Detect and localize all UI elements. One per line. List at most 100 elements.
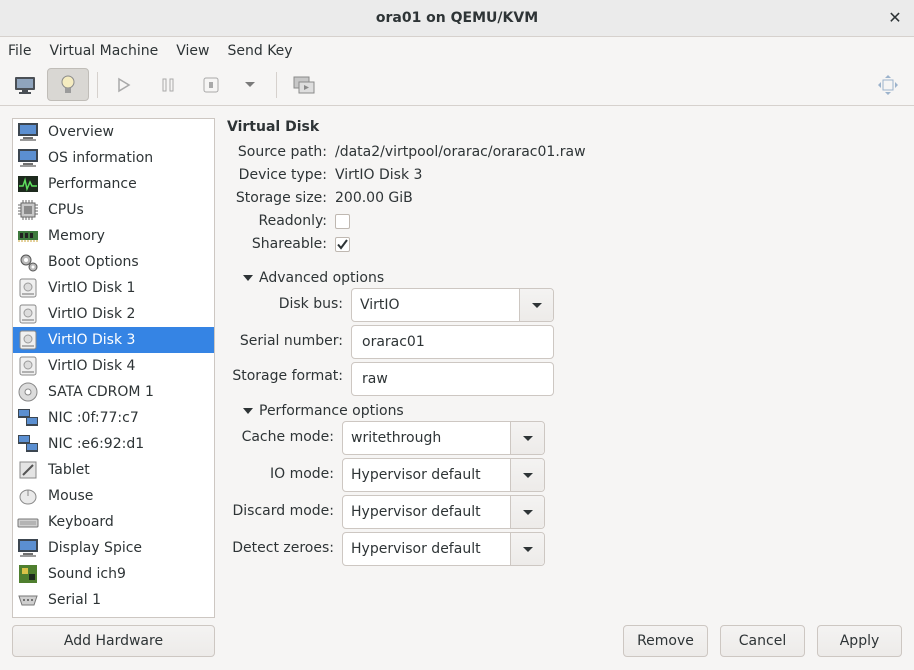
toolbar (0, 64, 914, 106)
storage-size-value: 200.00 GiB (335, 190, 413, 206)
chevron-down-icon[interactable] (510, 422, 544, 454)
menu-view[interactable]: View (176, 43, 209, 59)
sidebar-item-keyboard[interactable]: Keyboard (13, 509, 214, 535)
fullscreen-icon[interactable] (868, 68, 908, 101)
sound-icon (17, 564, 39, 584)
serial-number-input[interactable] (360, 333, 553, 351)
section-title: Virtual Disk (227, 119, 320, 135)
tablet-icon (17, 460, 39, 480)
console-icon[interactable] (5, 68, 45, 101)
menu-virtual-machine[interactable]: Virtual Machine (49, 43, 158, 59)
advanced-options-label: Advanced options (259, 270, 385, 286)
advanced-options-expander[interactable]: Advanced options (241, 270, 384, 286)
sidebar-item-overview[interactable]: Overview (13, 119, 214, 145)
menu-file[interactable]: File (8, 43, 31, 59)
sidebar-item-virtio-disk-1[interactable]: VirtIO Disk 1 (13, 275, 214, 301)
serial-icon (17, 590, 39, 610)
network-icon (17, 408, 39, 428)
expander-arrow-icon (243, 408, 253, 414)
monitor-icon (17, 122, 39, 142)
sidebar-item-label: NIC :0f:77:c7 (48, 410, 139, 426)
sidebar-item-label: NIC :e6:92:d1 (48, 436, 145, 452)
expander-arrow-icon (243, 275, 253, 281)
performance-options-expander[interactable]: Performance options (241, 403, 404, 419)
shareable-label: Shareable: (251, 236, 327, 252)
sidebar-item-label: VirtIO Disk 1 (48, 280, 136, 296)
sidebar-item-mouse[interactable]: Mouse (13, 483, 214, 509)
pause-icon[interactable] (148, 68, 188, 101)
shutdown-icon[interactable] (191, 68, 231, 101)
chevron-down-icon[interactable] (510, 496, 544, 528)
sidebar-item-sound-ich9[interactable]: Sound ich9 (13, 561, 214, 587)
memory-icon (17, 226, 39, 246)
discard-mode-combo[interactable]: Hypervisor default (342, 495, 545, 529)
toolbar-separator (276, 72, 277, 98)
disk-bus-label: Disk bus: (278, 296, 343, 312)
io-mode-combo[interactable]: Hypervisor default (342, 458, 545, 492)
disk-bus-combo[interactable]: VirtIO (351, 288, 554, 322)
sidebar-item-nic-0f-77-c7[interactable]: NIC :0f:77:c7 (13, 405, 214, 431)
add-hardware-button[interactable]: Add Hardware (12, 625, 215, 657)
disk-icon (17, 304, 39, 324)
sidebar-item-display-spice[interactable]: Display Spice (13, 535, 214, 561)
menu-send-key[interactable]: Send Key (227, 43, 292, 59)
sidebar-item-label: Keyboard (48, 514, 114, 530)
apply-button[interactable]: Apply (817, 625, 902, 657)
readonly-checkbox[interactable] (335, 214, 350, 229)
sidebar-item-label: Boot Options (48, 254, 139, 270)
sidebar-item-cpus[interactable]: CPUs (13, 197, 214, 223)
sidebar-item-tablet[interactable]: Tablet (13, 457, 214, 483)
disk-icon (17, 330, 39, 350)
cache-mode-combo[interactable]: writethrough (342, 421, 545, 455)
snapshots-icon[interactable] (284, 68, 324, 101)
chevron-down-icon[interactable] (230, 68, 270, 101)
io-mode-label: IO mode: (269, 466, 334, 482)
sidebar-item-virtio-disk-2[interactable]: VirtIO Disk 2 (13, 301, 214, 327)
shareable-checkbox[interactable] (335, 237, 350, 252)
sidebar-item-boot-options[interactable]: Boot Options (13, 249, 214, 275)
sidebar-item-sata-cdrom-1[interactable]: SATA CDROM 1 (13, 379, 214, 405)
sidebar-item-label: Performance (48, 176, 137, 192)
sidebar-item-virtio-disk-3[interactable]: VirtIO Disk 3 (13, 327, 214, 353)
disk-icon (17, 278, 39, 298)
cpu-icon (17, 200, 39, 220)
close-icon[interactable]: ✕ (886, 9, 904, 27)
detect-zeroes-combo[interactable]: Hypervisor default (342, 532, 545, 566)
storage-size-label: Storage size: (235, 190, 327, 206)
detect-zeroes-label: Detect zeroes: (232, 540, 334, 556)
sidebar-item-nic-e6-92-d1[interactable]: NIC :e6:92:d1 (13, 431, 214, 457)
chevron-down-icon[interactable] (519, 289, 553, 321)
source-path-label: Source path: (237, 144, 327, 160)
sidebar-item-label: VirtIO Disk 3 (48, 332, 136, 348)
sidebar-item-label: Memory (48, 228, 105, 244)
sidebar-item-serial-1[interactable]: Serial 1 (13, 587, 214, 613)
chevron-down-icon[interactable] (510, 533, 544, 565)
sidebar-item-label: Tablet (48, 462, 90, 478)
sidebar-item-label: Serial 1 (48, 592, 101, 608)
sidebar-item-memory[interactable]: Memory (13, 223, 214, 249)
sidebar-item-performance[interactable]: Performance (13, 171, 214, 197)
detect-zeroes-value: Hypervisor default (351, 541, 481, 557)
serial-number-field[interactable] (351, 325, 554, 359)
serial-number-label: Serial number: (239, 333, 343, 349)
title-bar: ora01 on QEMU/KVM ✕ (0, 0, 914, 37)
disk-bus-value: VirtIO (360, 297, 400, 313)
io-mode-value: Hypervisor default (351, 467, 481, 483)
storage-format-field[interactable] (351, 362, 554, 396)
remove-button[interactable]: Remove (623, 625, 708, 657)
discard-mode-value: Hypervisor default (351, 504, 481, 520)
sidebar-item-label: VirtIO Disk 4 (48, 358, 136, 374)
sidebar-item-label: CPUs (48, 202, 84, 218)
run-icon[interactable] (104, 68, 144, 101)
details-lightbulb-icon[interactable] (47, 68, 89, 101)
performance-options-label: Performance options (259, 403, 404, 419)
hardware-list: Overview OS information Performance CPUs Mem… (12, 118, 215, 618)
sidebar-item-virtio-disk-4[interactable]: VirtIO Disk 4 (13, 353, 214, 379)
sidebar-item-os-information[interactable]: OS information (13, 145, 214, 171)
cancel-button[interactable]: Cancel (720, 625, 805, 657)
source-path-value: /data2/virtpool/orarac/orarac01.raw (335, 144, 586, 160)
cache-mode-label: Cache mode: (241, 429, 334, 445)
device-type-value: VirtIO Disk 3 (335, 167, 423, 183)
chevron-down-icon[interactable] (510, 459, 544, 491)
storage-format-input[interactable] (360, 370, 553, 388)
